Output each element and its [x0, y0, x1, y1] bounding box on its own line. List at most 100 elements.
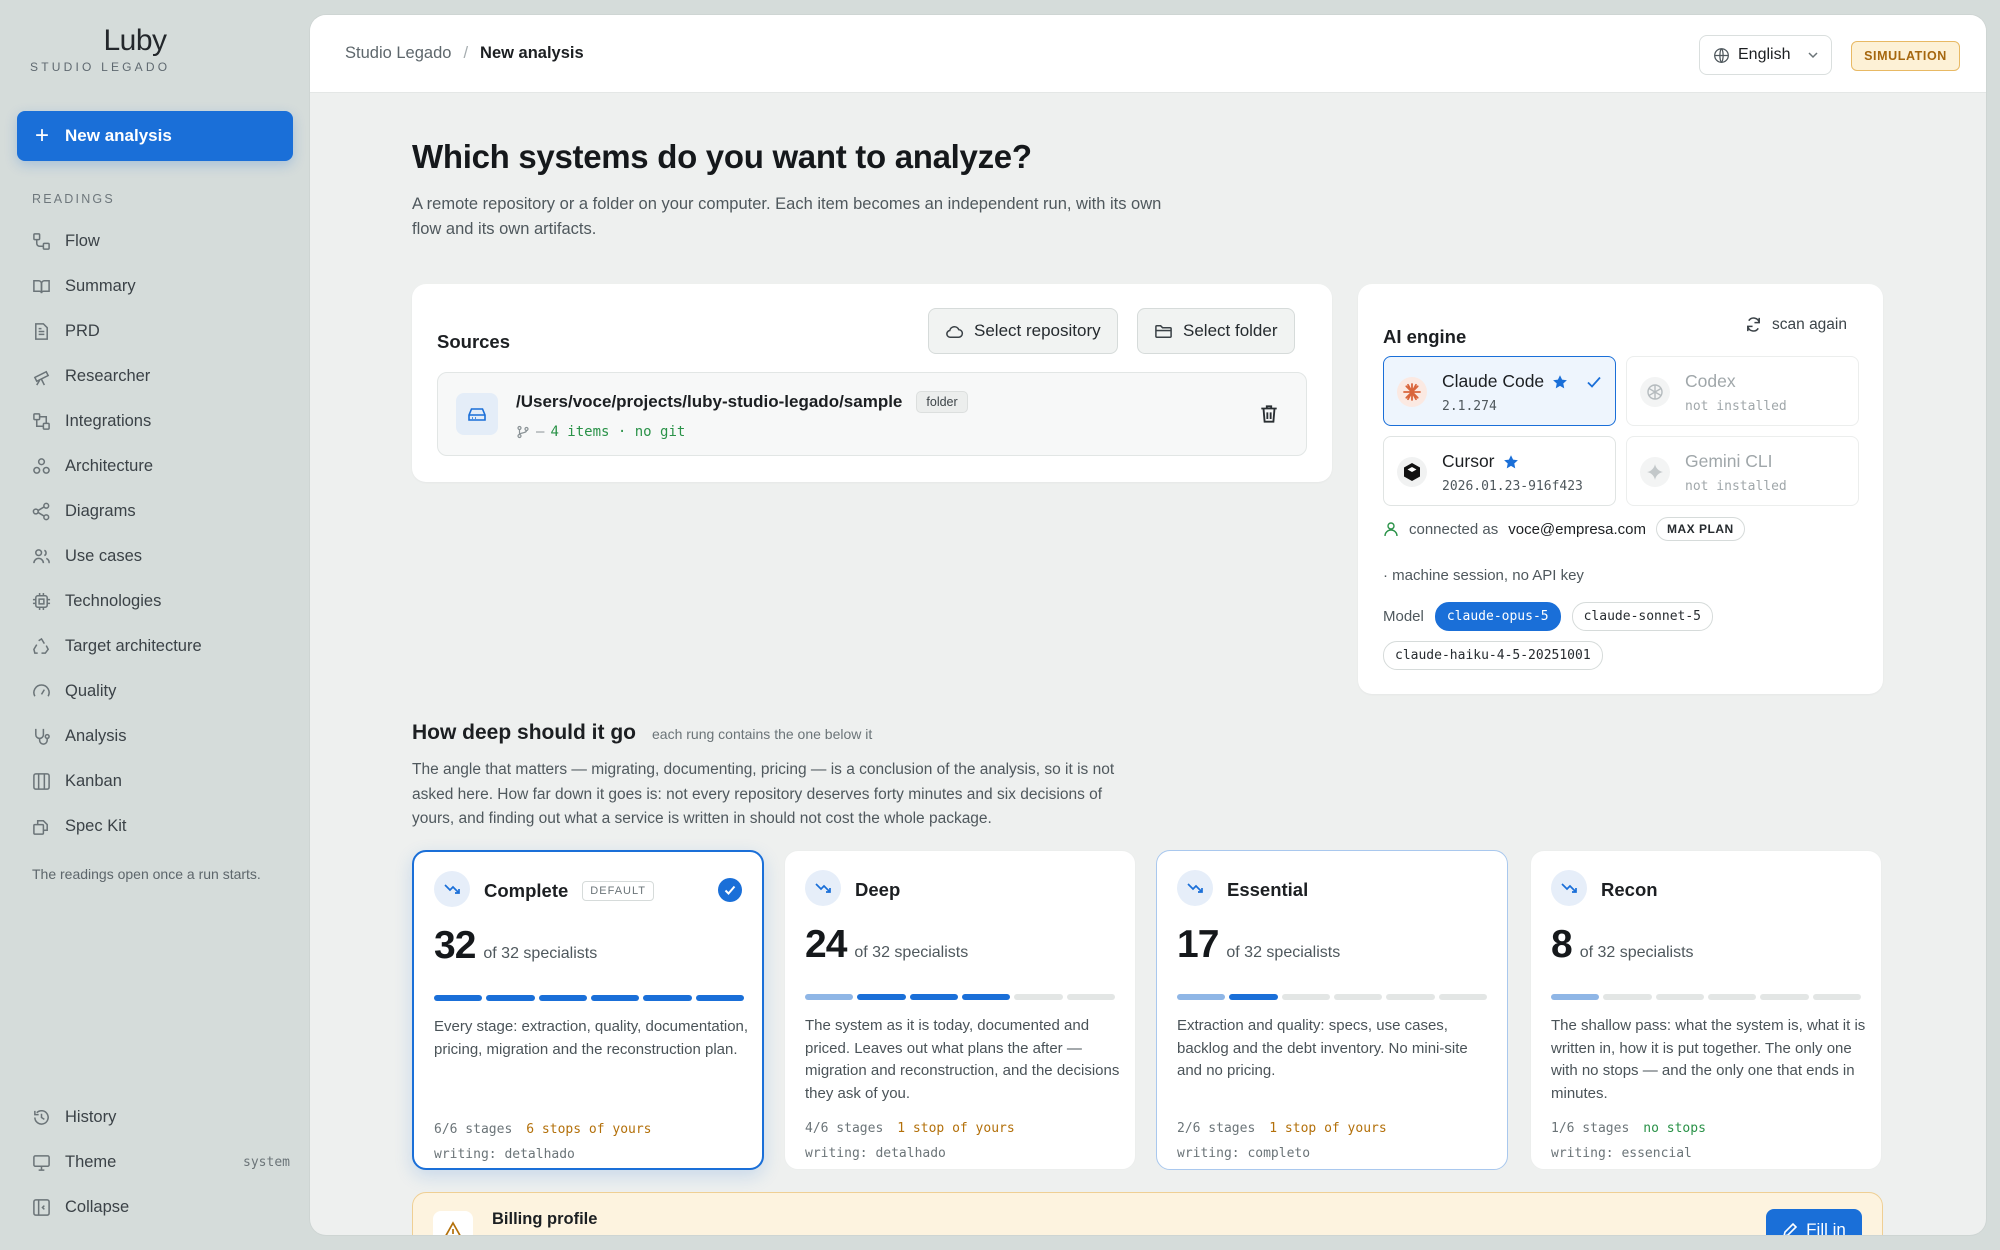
breadcrumb: Studio Legado / New analysis	[345, 44, 584, 63]
tier-stages-count: 6/6 stages	[434, 1122, 513, 1137]
sidebar-item-technologies[interactable]: Technologies	[18, 579, 294, 624]
stage-segment	[486, 995, 535, 1001]
depth-title: How deep should it go	[412, 721, 636, 744]
select-folder-button[interactable]: Select folder	[1137, 308, 1295, 354]
stage-segment	[1386, 994, 1435, 1000]
sidebar-item-kanban[interactable]: Kanban	[18, 759, 294, 804]
trash-icon[interactable]	[1258, 403, 1280, 425]
new-analysis-button[interactable]: + New analysis	[17, 111, 293, 161]
readings-section-label: READINGS	[32, 192, 115, 206]
sidebar-item-target-architecture[interactable]: Target architecture	[18, 624, 294, 669]
connected-label: connected as	[1409, 520, 1499, 538]
sidebar-item-analysis[interactable]: Analysis	[18, 714, 294, 759]
tier-name-text: Deep	[855, 879, 901, 900]
stage-segment	[1229, 994, 1278, 1000]
select-repository-button[interactable]: Select repository	[928, 308, 1118, 354]
engine-name: Cursor	[1442, 451, 1519, 472]
git-branch-icon	[517, 425, 529, 439]
document-icon	[35, 323, 48, 340]
source-item[interactable]: /Users/voce/projects/luby-studio-legado/…	[437, 372, 1307, 456]
kanban-icon	[33, 773, 50, 790]
folder-icon	[1155, 324, 1172, 338]
spec-kit-icon	[33, 820, 48, 835]
logo-wordmark: Luby	[103, 24, 167, 57]
refresh-icon	[1747, 317, 1760, 332]
sidebar-item-history[interactable]: History	[18, 1095, 294, 1140]
sidebar-item-collapse[interactable]: Collapse	[18, 1185, 294, 1230]
cloud-icon	[946, 325, 964, 338]
page-title: Which systems do you want to analyze?	[412, 138, 1032, 175]
brand-logo[interactable]: Luby STUDIO LEGADO	[30, 24, 280, 74]
sidebar-item-summary[interactable]: Summary	[18, 264, 294, 309]
check-icon	[1587, 376, 1601, 388]
tier-count: 24 of 32 specialists	[805, 923, 968, 967]
logo-subtitle: STUDIO LEGADO	[30, 60, 171, 74]
stage-progress	[1551, 994, 1861, 1000]
model-option-sonnet[interactable]: claude-sonnet-5	[1571, 602, 1714, 631]
selected-check-icon	[718, 878, 742, 902]
trend-icon	[805, 870, 841, 906]
tier-stages: 1/6 stages no stops	[1551, 1121, 1706, 1136]
model-option-opus[interactable]: claude-opus-5	[1434, 602, 1561, 631]
sidebar-item-architecture[interactable]: Architecture	[18, 444, 294, 489]
tier-description: Extraction and quality: specs, use cases…	[1177, 1017, 1468, 1079]
engine-option-cursor[interactable]: Cursor 2026.01.23-916f423	[1383, 436, 1616, 506]
tier-description: Every stage: extraction, quality, docume…	[434, 1018, 749, 1058]
engine-option-gemini-cli[interactable]: Gemini CLI not installed	[1626, 436, 1859, 506]
depth-option-essential[interactable]: Essential 17 of 32 specialists Extractio…	[1156, 850, 1508, 1170]
stage-segment	[1281, 994, 1330, 1000]
fill-in-button[interactable]: Fill in	[1766, 1209, 1862, 1235]
connected-email: voce@empresa.com	[1508, 520, 1647, 538]
sidebar-item-quality[interactable]: Quality	[18, 669, 294, 714]
tier-count: 17 of 32 specialists	[1177, 923, 1340, 967]
source-meta: – 4 items · no git	[516, 424, 685, 440]
stage-segment	[1655, 994, 1704, 1000]
sidebar-item-label: Flow	[65, 232, 100, 250]
stage-segment	[857, 994, 906, 1000]
sidebar-item-prd[interactable]: PRD	[18, 309, 294, 354]
model-label: Model	[1383, 608, 1424, 625]
language-select[interactable]: English	[1699, 35, 1832, 75]
tier-name-text: Essential	[1227, 879, 1309, 900]
stage-progress	[805, 994, 1115, 1000]
scan-again-button[interactable]: scan again	[1744, 315, 1847, 334]
engine-option-codex[interactable]: Codex not installed	[1626, 356, 1859, 426]
depth-option-deep[interactable]: Deep 24 of 32 specialists The system as …	[784, 850, 1136, 1170]
claude-icon	[1397, 377, 1427, 407]
gauge-icon	[33, 684, 50, 697]
readings-note: The readings open once a run starts.	[32, 866, 261, 882]
sidebar-item-spec-kit[interactable]: Spec Kit	[18, 804, 294, 849]
history-icon	[34, 1110, 49, 1125]
source-path: /Users/voce/projects/luby-studio-legado/…	[516, 391, 968, 413]
stage-segment	[1066, 994, 1115, 1000]
tier-stops: 1 stop of yours	[1269, 1121, 1387, 1136]
sidebar-item-researcher[interactable]: Researcher	[18, 354, 294, 399]
ai-engine-card: AI engine scan again Claude Code 2.1.274…	[1358, 284, 1883, 694]
sources-title: Sources	[437, 331, 511, 352]
tier-count-of: of 32 specialists	[1226, 944, 1341, 961]
new-analysis-label: New analysis	[65, 126, 172, 145]
star-icon	[1553, 374, 1568, 388]
tier-name: Deep	[855, 879, 900, 901]
session-note: · machine session, no API key	[1383, 567, 1584, 584]
engine-option-claude-code[interactable]: Claude Code 2.1.274	[1383, 356, 1616, 426]
trend-icon	[1177, 870, 1213, 906]
sidebar-item-flow[interactable]: Flow	[18, 219, 294, 264]
tier-name-text: Recon	[1601, 879, 1658, 900]
sidebar-item-integrations[interactable]: Integrations	[18, 399, 294, 444]
depth-hint: each rung contains the one below it	[652, 726, 873, 742]
breadcrumb-separator: /	[463, 44, 469, 62]
source-meta-text: 4 items · no git	[550, 424, 686, 440]
model-option-haiku[interactable]: claude-haiku-4-5-20251001	[1383, 641, 1603, 670]
sidebar-item-diagrams[interactable]: Diagrams	[18, 489, 294, 534]
ai-engine-title: AI engine	[1383, 326, 1467, 347]
depth-option-recon[interactable]: Recon 8 of 32 specialists The shallow pa…	[1530, 850, 1882, 1170]
sidebar-item-label: Collapse	[65, 1198, 130, 1216]
sidebar-item-theme[interactable]: Theme system	[18, 1140, 294, 1185]
sidebar-item-use-cases[interactable]: Use cases	[18, 534, 294, 579]
tier-writing: writing: essencial	[1551, 1146, 1692, 1161]
breadcrumb-root[interactable]: Studio Legado	[345, 44, 451, 63]
depth-option-complete[interactable]: Complete DEFAULT 32 of 32 specialists Ev…	[412, 850, 764, 1170]
source-branch-value: –	[536, 424, 545, 440]
breadcrumb-current: New analysis	[480, 44, 584, 62]
